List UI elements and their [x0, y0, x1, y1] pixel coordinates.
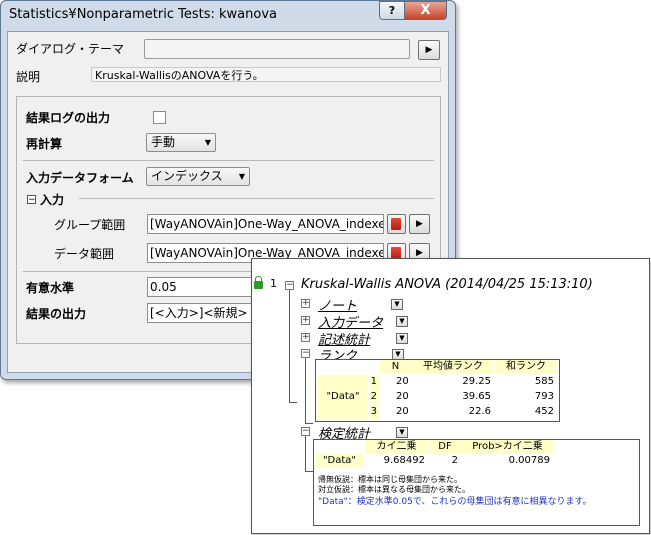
- expand-icon[interactable]: +: [301, 299, 310, 308]
- test-cell-prob: 0.00789: [508, 455, 550, 466]
- rank-row-index: 1: [369, 375, 380, 389]
- input-form-select[interactable]: インデックス ▼: [146, 167, 250, 186]
- recalc-select[interactable]: 手動 ▼: [146, 133, 216, 152]
- conclusion-note: "Data"：検定水準0.05で、これらの母集団は有意に相異なります。: [318, 497, 592, 507]
- tree-line: [305, 471, 313, 472]
- row-index: 1: [270, 277, 277, 290]
- dialog-title: Statistics¥Nonparametric Tests: kwanova: [9, 7, 278, 22]
- group-range-label: グループ範囲: [54, 218, 126, 232]
- group-range-picker-button[interactable]: [387, 214, 406, 234]
- rank-row-index: 2: [369, 390, 380, 404]
- rank-cell-sum: 452: [534, 406, 554, 417]
- rank-cell-mean: 39.65: [462, 391, 491, 402]
- report-title: Kruskal-Wallis ANOVA (2014/04/25 15:13:1…: [301, 277, 593, 292]
- collapse-icon[interactable]: −: [285, 281, 294, 290]
- input-form-value: インデックス: [151, 169, 223, 183]
- description-text: Kruskal-WallisのANOVAを行う。: [91, 67, 441, 82]
- theme-arrow-button[interactable]: ▶: [418, 40, 440, 60]
- theme-label: ダイアログ・テーマ: [16, 42, 125, 56]
- tree-line: [305, 436, 306, 472]
- help-button[interactable]: ?: [379, 1, 405, 20]
- test-stats-dropdown[interactable]: ▼: [396, 427, 408, 438]
- play-icon: ▶: [425, 45, 433, 55]
- log-output-label: 結果ログの出力: [26, 111, 111, 125]
- section-divider: [79, 198, 434, 199]
- collapse-icon[interactable]: −: [301, 427, 310, 436]
- test-header-chi: カイ二乗: [365, 440, 428, 454]
- output-label: 結果の出力: [26, 307, 87, 321]
- theme-input[interactable]: [144, 39, 410, 59]
- output-input[interactable]: [<入力>]<新規>: [147, 303, 267, 323]
- expand-icon[interactable]: +: [301, 316, 310, 325]
- rank-cell-mean: 29.25: [462, 376, 491, 387]
- tree-line: [289, 290, 290, 403]
- recalc-label: 再計算: [26, 137, 63, 151]
- input-form-label: 入力データフォーム: [26, 171, 134, 185]
- chevron-down-icon: ▼: [238, 172, 245, 181]
- log-output-checkbox[interactable]: [153, 111, 166, 124]
- divider: [23, 160, 434, 161]
- test-header-df: DF: [429, 440, 461, 454]
- rank-row-index: 3: [369, 405, 380, 419]
- rank-cell-sum: 585: [534, 376, 554, 387]
- close-button[interactable]: X: [404, 1, 447, 20]
- data-range-label: データ範囲: [54, 247, 115, 261]
- report-window: 1 − Kruskal-Wallis ANOVA (2014/04/25 15:…: [251, 258, 650, 534]
- description-label: 説明: [16, 70, 41, 84]
- test-header-prob: Prob>カイ二乗: [462, 440, 553, 454]
- tree-line: [305, 358, 306, 424]
- collapse-icon[interactable]: −: [27, 195, 36, 205]
- significance-input[interactable]: 0.05: [147, 277, 267, 297]
- rank-header-n: N: [380, 360, 411, 374]
- lock-icon: [254, 276, 263, 289]
- test-label: "Data": [315, 454, 364, 468]
- tree-line: [305, 423, 313, 424]
- input-section-label: 入力: [40, 193, 65, 207]
- input-data-dropdown[interactable]: ▼: [396, 316, 408, 327]
- significance-label: 有意水準: [26, 281, 75, 295]
- tree-line: [289, 402, 297, 403]
- desc-stats-dropdown[interactable]: ▼: [396, 333, 408, 344]
- play-icon: ▶: [416, 219, 423, 229]
- group-range-input[interactable]: [WayANOVAin]One-Way_ANOVA_indexed!B: [147, 214, 384, 234]
- rank-group-label: "Data": [318, 375, 368, 419]
- rank-cell-mean: 22.6: [468, 406, 491, 417]
- test-cell-chi: 9.68492: [383, 455, 425, 466]
- rank-header-sum: 和ランク: [495, 360, 557, 374]
- notes-dropdown[interactable]: ▼: [391, 299, 403, 310]
- range-select-icon: [391, 218, 401, 230]
- rank-header-mean: 平均値ランク: [412, 360, 494, 374]
- chevron-down-icon: ▼: [204, 138, 211, 147]
- rank-cell-sum: 793: [534, 391, 554, 402]
- group-range-arrow-button[interactable]: ▶: [409, 214, 430, 234]
- collapse-icon[interactable]: −: [301, 349, 310, 358]
- play-icon: ▶: [416, 248, 423, 258]
- expand-icon[interactable]: +: [301, 333, 310, 342]
- test-cell-df: 2: [451, 455, 458, 466]
- recalc-value: 手動: [151, 135, 176, 149]
